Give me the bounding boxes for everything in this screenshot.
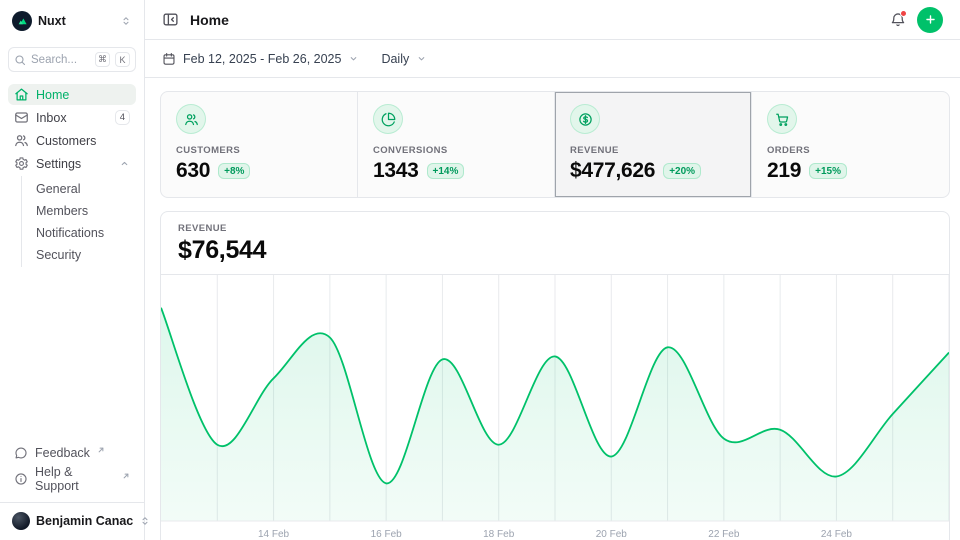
stat-label: REVENUE xyxy=(570,145,736,156)
svg-text:14 Feb: 14 Feb xyxy=(258,529,290,540)
svg-text:20 Feb: 20 Feb xyxy=(596,529,628,540)
sidebar-item-security[interactable]: Security xyxy=(22,244,136,265)
svg-text:18 Feb: 18 Feb xyxy=(483,529,515,540)
stat-delta-badge: +15% xyxy=(809,163,847,179)
stat-label: CUSTOMERS xyxy=(176,145,342,156)
stat-label: CONVERSIONS xyxy=(373,145,539,156)
top-header: Home xyxy=(145,0,960,40)
search-input[interactable]: Search... ⌘ K xyxy=(8,47,136,72)
page-title: Home xyxy=(190,12,229,28)
workspace-name: Nuxt xyxy=(38,14,114,28)
stat-label: ORDERS xyxy=(767,145,934,156)
sidebar-item-inbox[interactable]: Inbox 4 xyxy=(8,107,136,128)
message-bubble-icon xyxy=(14,446,28,460)
stat-delta-badge: +14% xyxy=(427,163,465,179)
sidebar-item-general[interactable]: General xyxy=(22,178,136,199)
users-icon xyxy=(176,104,206,134)
kbd-k: K xyxy=(115,52,130,67)
kbd-cmd: ⌘ xyxy=(95,52,110,67)
sidebar-item-members[interactable]: Members xyxy=(22,200,136,221)
stat-card-revenue[interactable]: REVENUE $477,626 +20% xyxy=(555,92,752,197)
sidebar-top: Nuxt Search... ⌘ K Home xyxy=(8,10,136,267)
chevron-down-icon xyxy=(416,53,427,64)
sidebar-footer: Feedback Help & Support Benjamin Canac xyxy=(8,442,136,532)
stat-card-orders[interactable]: ORDERS 219 +15% xyxy=(752,92,949,197)
notifications-button[interactable] xyxy=(890,12,906,28)
inbox-icon xyxy=(14,110,29,125)
plus-icon xyxy=(924,13,937,26)
sidebar-item-customers[interactable]: Customers xyxy=(8,130,136,151)
stat-value: 1343 xyxy=(373,159,419,183)
cart-icon xyxy=(767,104,797,134)
date-range-picker[interactable]: Feb 12, 2025 - Feb 26, 2025 xyxy=(162,52,359,66)
pie-chart-icon xyxy=(373,104,403,134)
dashboard-content: CUSTOMERS 630 +8% CONVERSIONS 1343 +14% xyxy=(145,78,960,540)
stat-card-customers[interactable]: CUSTOMERS 630 +8% xyxy=(161,92,358,197)
notification-dot xyxy=(900,10,907,17)
chevron-up-icon xyxy=(119,158,130,169)
stat-value: 630 xyxy=(176,159,210,183)
inbox-count-badge: 4 xyxy=(115,110,130,125)
calendar-icon xyxy=(162,52,176,66)
users-icon xyxy=(14,133,29,148)
stats-cards: CUSTOMERS 630 +8% CONVERSIONS 1343 +14% xyxy=(160,91,950,198)
sidebar-item-settings[interactable]: Settings xyxy=(8,153,136,174)
filters-toolbar: Feb 12, 2025 - Feb 26, 2025 Daily xyxy=(145,40,960,78)
main-panel: Home Feb 12, 2025 - Feb 26, 2025 xyxy=(145,0,960,540)
external-link-icon xyxy=(122,472,130,480)
feedback-link[interactable]: Feedback xyxy=(8,442,136,463)
stat-card-conversions[interactable]: CONVERSIONS 1343 +14% xyxy=(358,92,555,197)
revenue-chart-card: REVENUE $76,544 14 Feb 16 Feb 18 Feb 20 Feb… xyxy=(160,211,950,540)
collapse-sidebar-button[interactable] xyxy=(162,11,179,28)
chart-header: REVENUE $76,544 xyxy=(161,212,949,275)
nuxt-logo-icon xyxy=(12,11,32,31)
user-menu[interactable]: Benjamin Canac xyxy=(8,503,136,532)
home-icon xyxy=(14,87,29,102)
revenue-area-chart[interactable]: 14 Feb 16 Feb 18 Feb 20 Feb 22 Feb 24 Feb xyxy=(161,275,949,540)
external-link-icon xyxy=(97,446,105,454)
sidebar-item-home[interactable]: Home xyxy=(8,84,136,105)
app-window: Nuxt Search... ⌘ K Home xyxy=(0,0,960,540)
search-placeholder: Search... xyxy=(31,54,90,66)
sidebar-item-notifications[interactable]: Notifications xyxy=(22,222,136,243)
svg-text:22 Feb: 22 Feb xyxy=(708,529,740,540)
svg-text:24 Feb: 24 Feb xyxy=(821,529,853,540)
sidebar-nav: Home Inbox 4 Customers xyxy=(8,84,136,267)
chevrons-up-down-icon xyxy=(120,15,132,27)
dollar-circle-icon xyxy=(570,104,600,134)
granularity-select[interactable]: Daily xyxy=(381,52,427,66)
avatar xyxy=(12,512,30,530)
info-circle-icon xyxy=(14,472,28,486)
settings-submenu: General Members Notifications Security xyxy=(21,176,136,267)
sidebar: Nuxt Search... ⌘ K Home xyxy=(0,0,145,540)
stat-delta-badge: +8% xyxy=(218,163,250,179)
stat-value: 219 xyxy=(767,159,801,183)
chart-metric-label: REVENUE xyxy=(178,223,932,234)
gear-icon xyxy=(14,156,29,171)
workspace-switcher[interactable]: Nuxt xyxy=(8,10,136,32)
search-icon xyxy=(14,54,26,66)
help-support-link[interactable]: Help & Support xyxy=(8,463,136,495)
stat-value: $477,626 xyxy=(570,159,655,183)
stat-delta-badge: +20% xyxy=(663,163,701,179)
chevron-down-icon xyxy=(348,53,359,64)
add-button[interactable] xyxy=(917,7,943,33)
chart-metric-value: $76,544 xyxy=(178,236,932,265)
svg-text:16 Feb: 16 Feb xyxy=(371,529,403,540)
